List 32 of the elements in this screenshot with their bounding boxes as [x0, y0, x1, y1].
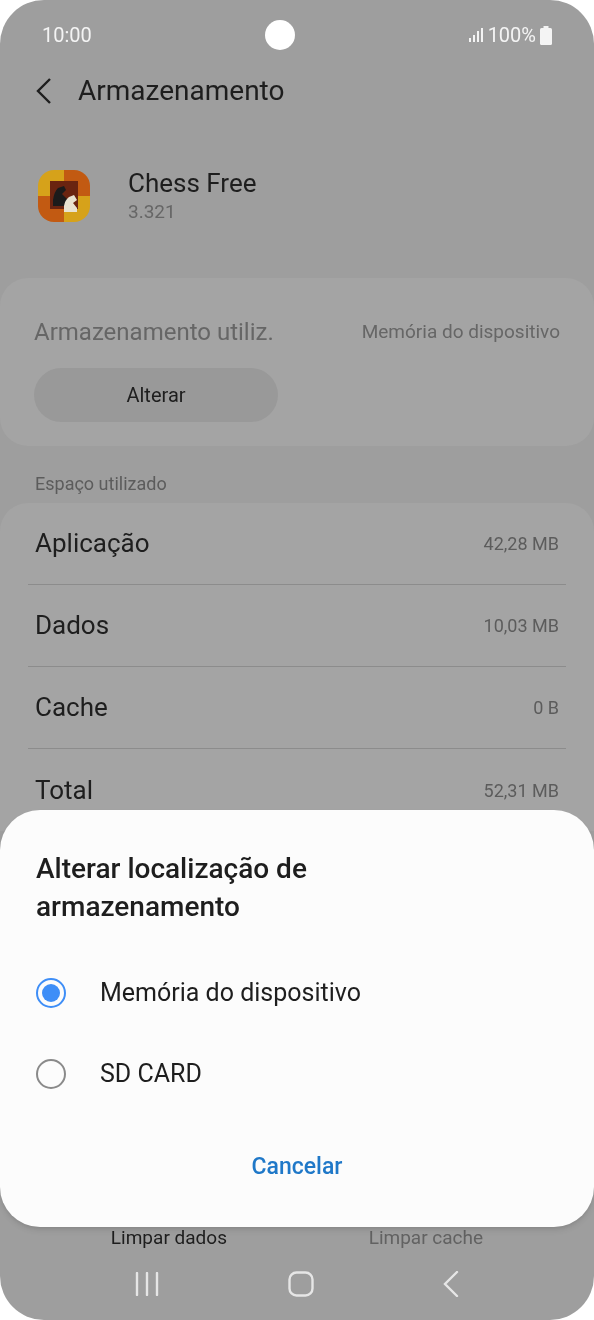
- app-version: 3.321: [128, 199, 177, 225]
- usage-value: 42,28 MB: [483, 532, 559, 556]
- usage-value: 52,31 MB: [483, 778, 559, 803]
- battery-percent: 100%: [487, 22, 536, 49]
- page-title: Armazenamento: [78, 73, 285, 109]
- bottom-action-button[interactable]: Limpar dados: [110, 1226, 227, 1250]
- camera-hole-icon: [264, 20, 295, 50]
- storage-value: Memória do dispositivo: [361, 318, 560, 345]
- recent-apps-icon[interactable]: [134, 1272, 159, 1296]
- radio-button[interactable]: [36, 1058, 66, 1089]
- back-icon[interactable]: [36, 78, 52, 104]
- status-time: 10:00: [42, 22, 92, 49]
- usage-value: 0 B: [533, 696, 559, 720]
- cancel-button[interactable]: Cancelar: [241, 1150, 353, 1185]
- storage-option[interactable]: Memória do dispositivo: [36, 952, 558, 1033]
- dialog-title: Alterar localização de armazenamento: [36, 851, 308, 925]
- usage-label: Dados: [35, 609, 110, 642]
- signal-icon: [467, 27, 484, 43]
- app-name: Chess Free: [128, 167, 257, 199]
- app-icon: [38, 170, 90, 222]
- radio-button[interactable]: [36, 977, 66, 1008]
- battery-icon: [540, 25, 552, 45]
- change-button[interactable]: Alterar: [34, 368, 278, 422]
- usage-label: Cache: [35, 691, 108, 724]
- usage-value: 10,03 MB: [483, 614, 559, 638]
- usage-label: Aplicação: [35, 527, 150, 560]
- storage-label: Armazenamento utiliz.: [34, 317, 274, 348]
- usage-label: Total: [35, 773, 94, 807]
- storage-option[interactable]: SD CARD: [36, 1033, 558, 1114]
- back-nav-icon[interactable]: [443, 1271, 460, 1297]
- home-icon[interactable]: [288, 1271, 314, 1297]
- section-header: Espaço utilizado: [35, 472, 167, 496]
